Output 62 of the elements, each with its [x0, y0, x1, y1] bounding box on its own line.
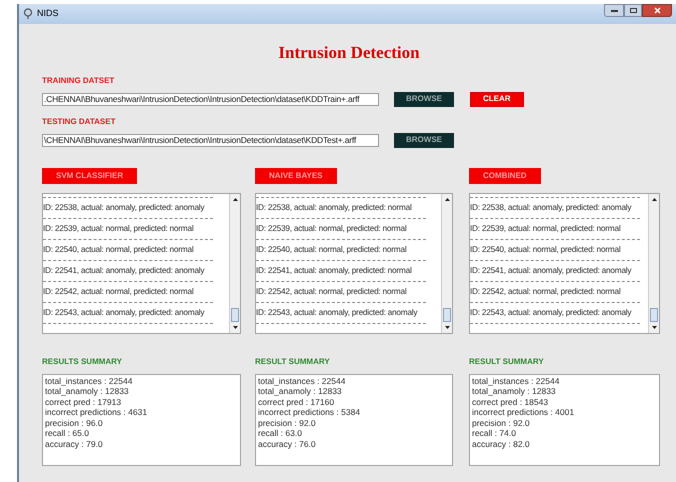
result-row-text: ID: 22542, actual: normal, predicted: normal: [470, 285, 622, 298]
app-icon: [23, 8, 33, 20]
summary-line: recall : 74.0: [472, 428, 516, 438]
result-row-text: ID: 22539, actual: normal, predicted: normal: [256, 222, 408, 236]
summary-line: total_anamoly : 12833: [45, 386, 129, 396]
summary-line: total_instances : 22544: [45, 376, 132, 386]
summary-heading: RESULTS SUMMARY: [42, 356, 123, 368]
minimize-button[interactable]: [604, 4, 624, 17]
summary-line: recall : 65.0: [45, 428, 89, 438]
summary-line: accuracy : 82.0: [472, 438, 530, 449]
summary-line: total_instances : 22544: [472, 376, 560, 386]
result-row-text: ID: 22543, actual: anomaly, predicted: anomaly: [43, 306, 206, 320]
summary-line: precision : 92.0: [472, 418, 530, 428]
scrollbar-thumb[interactable]: [650, 308, 658, 322]
summary-heading: RESULT SUMMARY: [469, 356, 545, 368]
summary-line: precision : 92.0: [258, 418, 316, 428]
section-label: TESTING DATASET: [42, 116, 116, 128]
scrollbar-thumb[interactable]: [231, 308, 239, 322]
result-row-text: ID: 22540, actual: normal, predicted: normal: [256, 243, 408, 256]
result-row-text: ID: 22543, actual: anomaly, predicted: anomaly: [470, 306, 632, 320]
result-row-text: ID: 22541, actual: anomaly, predicted: anomaly: [470, 264, 632, 278]
result-row-text: ID: 22538, actual: anomaly, predicted: normal: [256, 201, 413, 214]
scrollbar[interactable]: [229, 194, 240, 332]
result-row-text: ID: 22539, actual: normal, predicted: normal: [43, 222, 194, 236]
summary-line: correct pred : 17913: [45, 396, 122, 407]
scrollbar[interactable]: [648, 194, 659, 332]
app-heading: Intrusion Detection: [278, 42, 421, 64]
summary-line: accuracy : 79.0: [45, 438, 103, 449]
file-path-field[interactable]: \CHENNAI\Bhuvaneshwari\IntrusionDetection\IntrusionDetection\dataset\KDDTest+.arff: [42, 134, 379, 146]
close-button[interactable]: [642, 4, 672, 17]
browse-button[interactable]: BROWSE: [394, 92, 454, 106]
result-row-text: ID: 22540, actual: normal, predicted: normal: [470, 243, 622, 256]
result-row-text: ID: 22541, actual: anomaly, predicted: normal: [256, 264, 413, 278]
summary-line: incorrect predictions : 5384: [258, 407, 360, 418]
browse-button[interactable]: BROWSE: [394, 132, 454, 148]
summary-line: correct pred : 18543: [472, 396, 548, 407]
window-title: NIDS: [37, 7, 59, 20]
section-label: TRAINING DATSET: [42, 74, 116, 86]
result-row-text: ID: 22538, actual: anomaly, predicted: anomaly: [470, 201, 632, 214]
summary-line: total_instances : 22544: [258, 376, 346, 386]
close-icon[interactable]: [654, 7, 660, 14]
result-row-text: ID: 22542, actual: normal, predicted: normal: [43, 285, 194, 298]
summary-line: incorrect predictions : 4001: [472, 407, 574, 418]
scrollbar-thumb[interactable]: [443, 308, 451, 322]
result-row-text: ID: 22541, actual: anomaly, predicted: anomaly: [43, 264, 206, 278]
result-row-text: ID: 22543, actual: anomaly, predicted: anomaly: [256, 306, 418, 320]
file-path-field[interactable]: .CHENNAI\Bhuvaneshwari\IntrusionDetection\IntrusionDetection\dataset\KDDTrain+.arff: [42, 92, 379, 106]
result-row-text: ID: 22542, actual: normal, predicted: normal: [256, 285, 408, 298]
summary-line: precision : 96.0: [45, 418, 103, 428]
summary-line: total_anamoly : 12833: [472, 386, 556, 396]
summary-line: accuracy : 76.0: [258, 438, 316, 449]
summary-line: incorrect predictions : 4631: [45, 407, 148, 418]
summary-heading: RESULT SUMMARY: [255, 356, 331, 368]
result-row-text: ID: 22538, actual: anomaly, predicted: anomaly: [43, 201, 206, 214]
result-row-text: ID: 22540, actual: normal, predicted: normal: [43, 243, 194, 256]
summary-line: total_anamoly : 12833: [258, 386, 342, 396]
summary-line: correct pred : 17160: [258, 396, 334, 407]
maximize-button[interactable]: [624, 4, 642, 17]
scrollbar[interactable]: [441, 194, 452, 332]
clear-button[interactable]: CLEAR: [470, 92, 524, 106]
summary-line: recall : 63.0: [258, 428, 302, 438]
result-row-text: ID: 22539, actual: normal, predicted: normal: [470, 222, 622, 236]
